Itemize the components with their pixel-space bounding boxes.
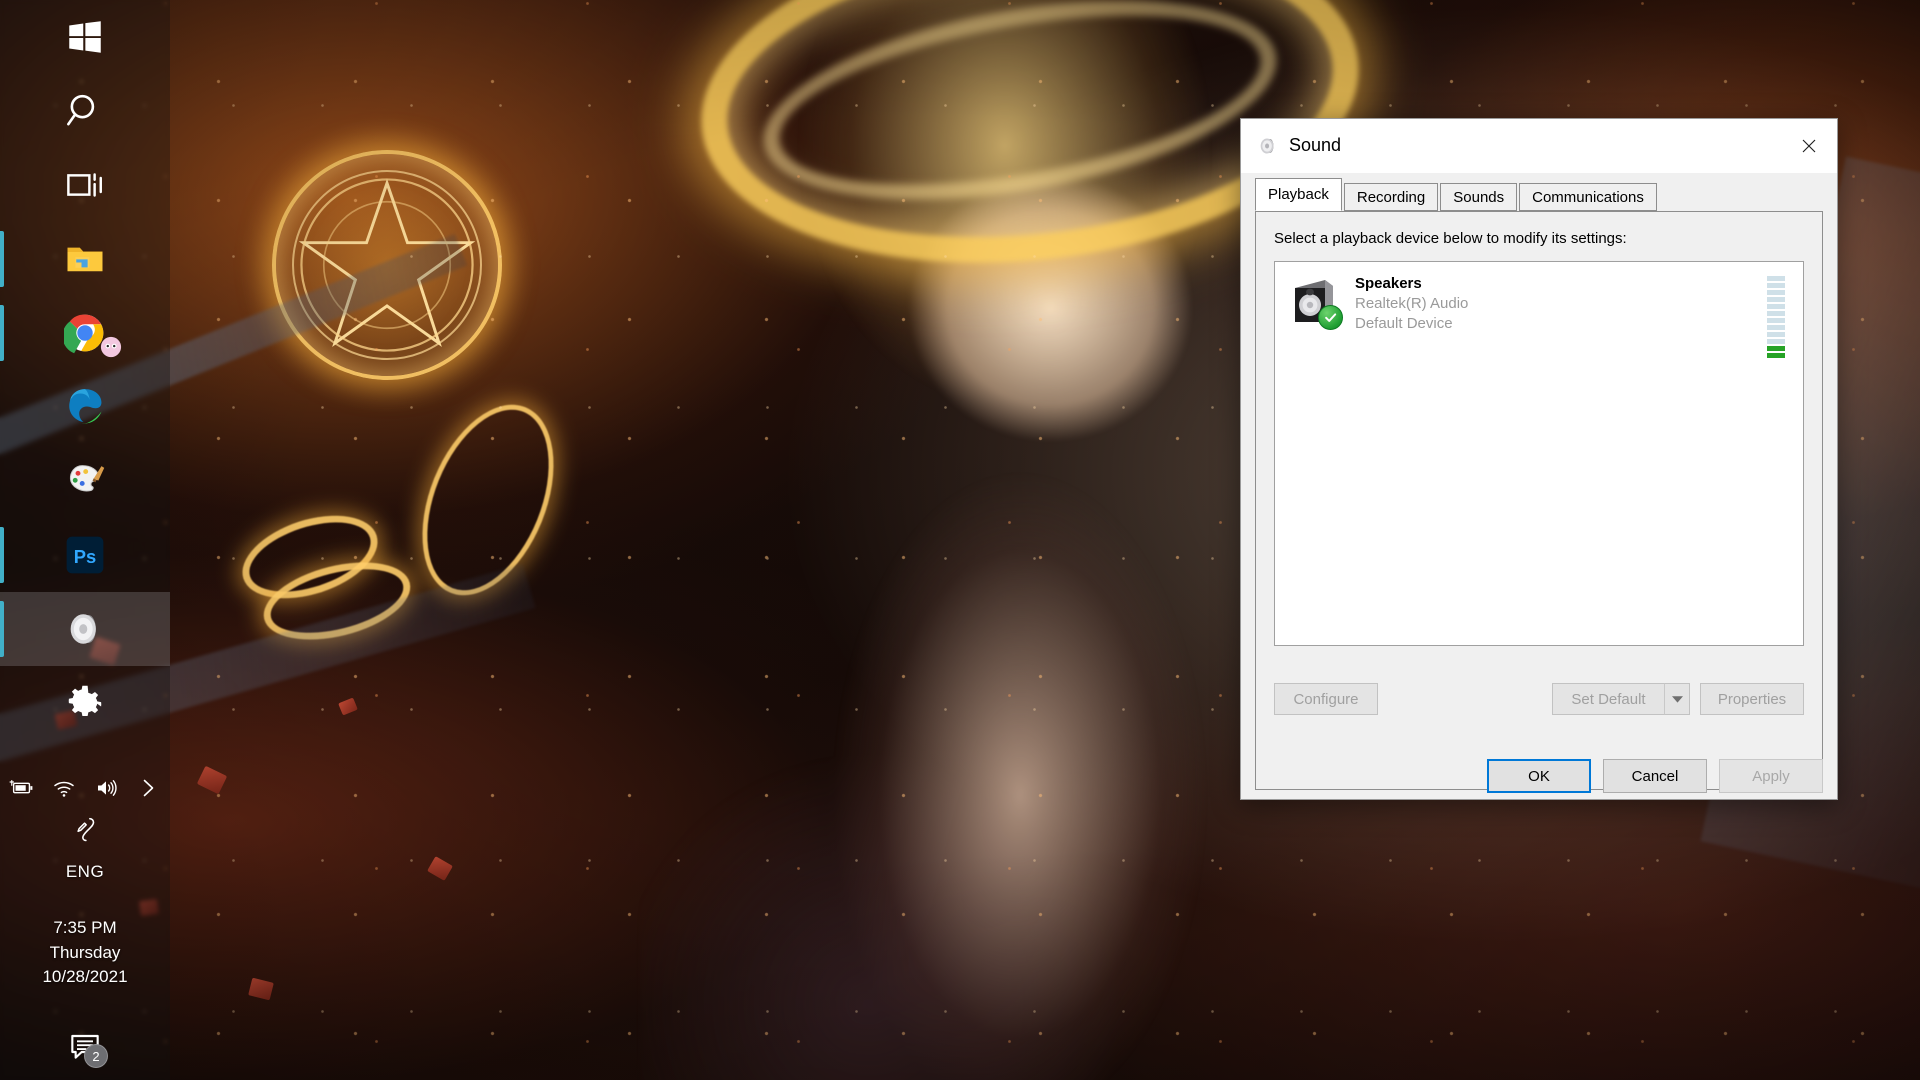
folder-icon bbox=[67, 247, 103, 272]
speaker-volume-icon[interactable] bbox=[93, 776, 119, 800]
notification-center-button[interactable]: 2 bbox=[68, 1030, 108, 1068]
playback-panel: Select a playback device below to modify… bbox=[1255, 212, 1823, 790]
check-glyph-icon bbox=[1325, 313, 1337, 322]
dialog-body: Playback Recording Sounds Communications… bbox=[1241, 178, 1837, 805]
edge-icon bbox=[69, 389, 102, 424]
close-button[interactable] bbox=[1781, 119, 1837, 172]
taskbar-pinned-apps: Ps bbox=[0, 0, 170, 740]
chevron-down-icon bbox=[1671, 696, 1683, 703]
ok-button[interactable]: OK bbox=[1487, 759, 1591, 793]
dialog-title: Sound bbox=[1289, 135, 1342, 155]
search-icon bbox=[67, 94, 95, 126]
running-indicator bbox=[0, 231, 4, 287]
battery-charging-icon[interactable] bbox=[9, 776, 35, 800]
tab-sounds[interactable]: Sounds bbox=[1440, 183, 1518, 211]
gear-icon bbox=[68, 685, 102, 717]
tab-communications[interactable]: Communications bbox=[1519, 183, 1657, 211]
taskbar-item-search[interactable] bbox=[0, 74, 170, 148]
green-check-icon bbox=[1318, 305, 1343, 330]
clock-weekday: Thursday bbox=[49, 942, 121, 962]
task-view-icon bbox=[67, 173, 102, 197]
dialog-footer: OK Cancel Apply bbox=[1241, 759, 1823, 793]
taskbar-item-photoshop[interactable]: Ps bbox=[0, 518, 170, 592]
clock-date: 10/28/2021 bbox=[42, 967, 128, 987]
windows-logo-icon bbox=[69, 21, 101, 53]
close-icon bbox=[1802, 139, 1816, 152]
notification-badge: 2 bbox=[84, 1044, 108, 1068]
chrome-overlay-badge-icon bbox=[100, 336, 122, 358]
taskbar-item-task-view[interactable] bbox=[0, 148, 170, 222]
wifi-icon[interactable] bbox=[51, 776, 77, 800]
volume-meter bbox=[1767, 276, 1785, 358]
set-default-dropdown-button[interactable] bbox=[1664, 683, 1690, 715]
taskbar-item-paint[interactable] bbox=[0, 444, 170, 518]
device-action-row: Configure Set Default Properties bbox=[1274, 683, 1804, 715]
panel-hint: Select a playback device below to modify… bbox=[1274, 230, 1627, 247]
device-status: Default Device bbox=[1355, 314, 1453, 332]
tab-playback[interactable]: Playback bbox=[1255, 178, 1342, 211]
device-driver: Realtek(R) Audio bbox=[1355, 294, 1469, 312]
speaker-icon bbox=[1260, 137, 1274, 154]
playback-device-list[interactable]: Speakers Realtek(R) Audio Default Device bbox=[1274, 261, 1804, 646]
svg-text:Ps: Ps bbox=[74, 546, 96, 567]
tray-icon-row bbox=[9, 776, 161, 800]
cancel-button[interactable]: Cancel bbox=[1603, 759, 1707, 793]
tab-strip: Playback Recording Sounds Communications bbox=[1255, 178, 1823, 212]
set-default-split-button[interactable]: Set Default bbox=[1552, 683, 1690, 715]
device-icon-wrap bbox=[1287, 274, 1343, 330]
device-name: Speakers bbox=[1355, 275, 1422, 292]
dialog-title-bar[interactable]: Sound bbox=[1241, 119, 1837, 173]
properties-button[interactable]: Properties bbox=[1700, 683, 1804, 715]
taskbar-item-settings[interactable] bbox=[0, 666, 170, 740]
taskbar-item-microsoft-edge[interactable] bbox=[0, 370, 170, 444]
taskbar-item-file-explorer[interactable] bbox=[0, 222, 170, 296]
taskbar-item-sound[interactable] bbox=[0, 592, 170, 666]
speaker-icon bbox=[70, 614, 96, 644]
photoshop-ps-icon: Ps bbox=[66, 536, 104, 574]
pen-workspace-icon[interactable] bbox=[72, 816, 98, 844]
set-default-button[interactable]: Set Default bbox=[1552, 683, 1664, 715]
device-text: Speakers Realtek(R) Audio Default Device bbox=[1355, 274, 1468, 333]
taskbar-item-google-chrome[interactable] bbox=[0, 296, 170, 370]
tray-language[interactable]: ENG bbox=[66, 862, 104, 882]
clock-time: 7:35 PM bbox=[53, 918, 117, 938]
tray-clock[interactable]: 7:35 PM Thursday 10/28/2021 bbox=[42, 916, 127, 990]
running-indicator bbox=[0, 305, 4, 361]
taskbar-tray: ENG 7:35 PM Thursday 10/28/2021 2 bbox=[0, 776, 170, 1080]
chevron-right-icon[interactable] bbox=[135, 776, 161, 800]
running-indicator bbox=[0, 601, 4, 657]
taskbar[interactable]: Ps ENG 7:35 PM Thursday 10/28/2021 2 bbox=[0, 0, 170, 1080]
apply-button[interactable]: Apply bbox=[1719, 759, 1823, 793]
configure-button[interactable]: Configure bbox=[1274, 683, 1378, 715]
tab-recording[interactable]: Recording bbox=[1343, 183, 1439, 211]
paint-palette-icon bbox=[69, 465, 105, 492]
list-item[interactable]: Speakers Realtek(R) Audio Default Device bbox=[1275, 262, 1803, 358]
sound-dialog[interactable]: Sound Playback Recording Sounds Communic… bbox=[1240, 118, 1838, 800]
running-indicator bbox=[0, 527, 4, 583]
taskbar-item-start[interactable] bbox=[0, 0, 170, 74]
